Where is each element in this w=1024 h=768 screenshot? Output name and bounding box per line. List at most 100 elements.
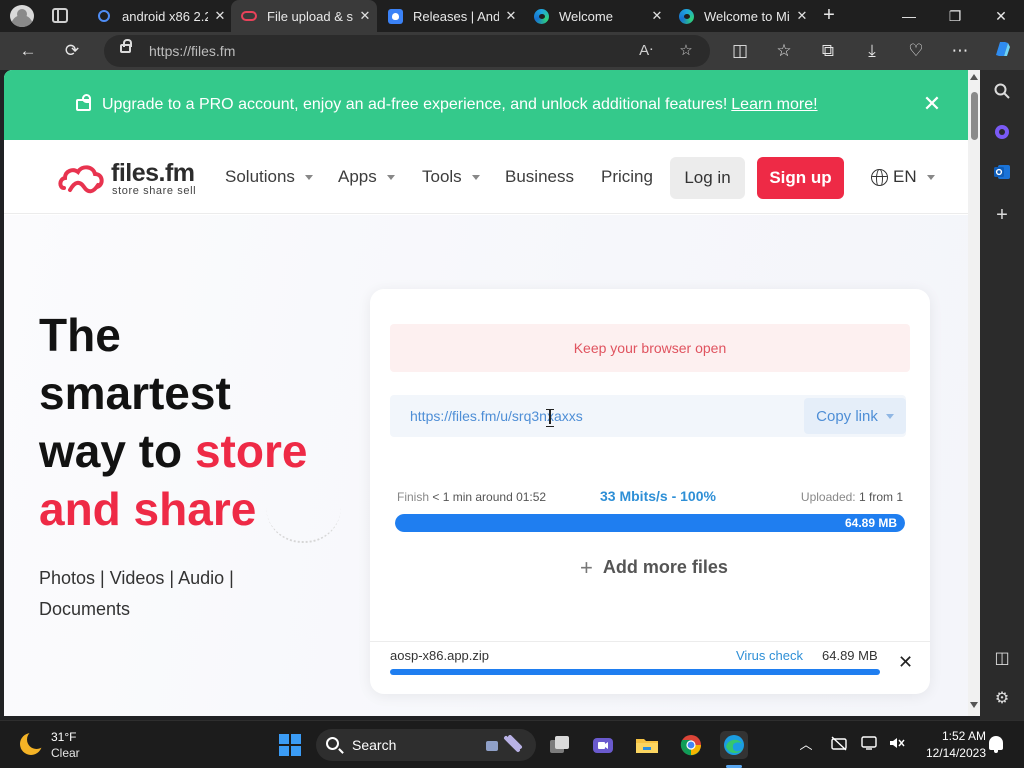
tab-title: Welcome (559, 8, 613, 24)
text-cursor-icon (546, 409, 554, 427)
logo-tagline: store share sell (112, 185, 197, 197)
file-name: aosp-x86.app.zip (390, 648, 490, 663)
shield-icon (387, 8, 403, 24)
browser-toolbar: ← ⟳ https://files.fm Aᐧ ☆ ◫ ☆ ⧉ ⤓ ♡ ⋯ (0, 32, 1024, 70)
close-tab-icon[interactable]: ✕ (645, 8, 669, 24)
task-view-icon[interactable] (546, 731, 574, 759)
browser-tab-welcome[interactable]: Welcome ✕ (523, 0, 669, 32)
file-row: aosp-x86.app.zip Virus check 64.89 MB ✕ (370, 641, 930, 694)
clock-time[interactable]: 1:52 AM (926, 729, 986, 743)
tab-title: android x86 2.2 (122, 8, 208, 24)
close-tab-icon[interactable]: ✕ (790, 8, 814, 24)
taskbar-search[interactable]: Search (316, 729, 536, 761)
moon-weather-icon[interactable] (20, 730, 46, 755)
chrome-icon[interactable] (677, 731, 705, 759)
settings-gear-icon[interactable]: ⚙ (990, 686, 1014, 710)
clock-date[interactable]: 12/14/2023 (906, 746, 986, 760)
search-icon[interactable] (990, 79, 1014, 103)
tab-actions-icon[interactable] (52, 8, 68, 23)
read-aloud-icon[interactable]: Aᐧ (634, 39, 658, 63)
address-url[interactable]: https://files.fm (149, 43, 235, 59)
weather-condition[interactable]: Clear (51, 746, 80, 760)
nav-apps[interactable]: Apps (338, 167, 395, 187)
close-tab-icon[interactable]: ✕ (353, 8, 377, 24)
upload-speed: 33 Mbits/s - 100% (600, 488, 716, 504)
refresh-icon[interactable]: ⟳ (60, 39, 84, 63)
tab-title: Welcome to Mi (704, 8, 790, 24)
uploaded-count: Uploaded: 1 from 1 (800, 490, 903, 504)
notification-bell-icon[interactable] (989, 736, 1003, 753)
lock-icon[interactable] (120, 39, 132, 53)
remove-file-icon[interactable]: ✕ (898, 652, 913, 673)
virus-check-link[interactable]: Virus check (736, 648, 803, 663)
windows-start-icon[interactable] (279, 734, 301, 756)
windows-taskbar: 31°F Clear Search ︿ 1:52 AM 12/14/2023 (0, 720, 1024, 768)
share-link-url[interactable]: https://files.fm/u/srq3nxaxxs (410, 408, 583, 424)
nav-tools[interactable]: Tools (422, 167, 480, 187)
browser-tab-android-x86[interactable]: android x86 2.2 ✕ (86, 0, 232, 32)
copy-link-button[interactable]: Copy link (804, 398, 906, 434)
search-label: Search (352, 737, 397, 753)
tab-title: File upload & sh (267, 8, 353, 24)
close-icon[interactable]: ✕ (920, 92, 944, 116)
page-scrollbar[interactable] (968, 70, 980, 716)
back-arrow-icon[interactable]: ← (16, 39, 40, 63)
browser-essentials-icon[interactable]: ♡ (904, 39, 928, 63)
nav-solutions[interactable]: Solutions (225, 167, 313, 187)
add-more-files-button[interactable]: + Add more files (580, 554, 728, 580)
chevron-down-icon (304, 175, 313, 181)
copilot-icon[interactable] (990, 39, 1014, 63)
outlook-icon[interactable] (990, 160, 1014, 184)
new-tab-plus-icon[interactable]: + (818, 4, 840, 26)
weather-temperature[interactable]: 31°F (51, 730, 76, 744)
plus-icon: + (580, 554, 593, 580)
split-screen-icon[interactable]: ◫ (728, 39, 752, 63)
scroll-up-arrow-icon[interactable] (970, 74, 978, 80)
collections-icon[interactable]: ⧉ (816, 39, 840, 63)
globe-icon[interactable] (871, 169, 888, 186)
browser-tab-releases[interactable]: Releases | Andr ✕ (377, 0, 523, 32)
edge-browser-icon[interactable] (720, 731, 748, 759)
volume-muted-icon[interactable] (887, 735, 907, 755)
browser-tab-strip: android x86 2.2 ✕ File upload & sh ✕ Rel… (0, 0, 1024, 32)
close-window-button[interactable]: ✕ (978, 0, 1024, 32)
logo-wordmark[interactable]: files.fm (111, 159, 195, 188)
favorite-star-icon[interactable]: ☆ (674, 39, 698, 63)
files-fm-icon (241, 8, 257, 24)
copilot-sidebar-icon[interactable] (990, 120, 1014, 144)
nav-business[interactable]: Business (505, 167, 574, 187)
nav-pricing[interactable]: Pricing (601, 167, 653, 187)
meet-video-icon[interactable] (589, 731, 617, 759)
chevron-up-icon[interactable]: ︿ (796, 735, 816, 755)
web-viewport: Upgrade to a PRO account, enjoy an ad-fr… (4, 70, 980, 716)
profile-avatar-icon[interactable] (10, 5, 34, 27)
favorites-icon[interactable]: ☆ (772, 39, 796, 63)
close-tab-icon[interactable]: ✕ (499, 8, 523, 24)
network-icon[interactable] (829, 735, 849, 755)
signup-button[interactable]: Sign up (757, 157, 844, 199)
display-icon[interactable] (860, 735, 880, 755)
login-button[interactable]: Log in (670, 157, 745, 199)
search-icon (96, 8, 112, 24)
site-navigation: files.fm store share sell Solutions Apps… (4, 140, 968, 214)
downloads-icon[interactable]: ⤓ (860, 39, 884, 63)
browser-tab-files-fm[interactable]: File upload & sh ✕ (231, 0, 377, 32)
scroll-down-arrow-icon[interactable] (970, 702, 978, 708)
files-fm-logo-icon[interactable] (58, 161, 106, 197)
file-explorer-icon[interactable] (633, 731, 661, 759)
maximize-button[interactable]: ❐ (932, 0, 978, 32)
chevron-down-icon (386, 175, 395, 181)
browser-tab-welcome-to-mi[interactable]: Welcome to Mi ✕ (668, 0, 814, 32)
language-selector[interactable]: EN (893, 167, 935, 187)
tab-title: Releases | Andr (413, 8, 499, 24)
close-tab-icon[interactable]: ✕ (208, 8, 232, 24)
address-bar[interactable]: https://files.fm Aᐧ ☆ (104, 35, 710, 67)
scroll-thumb[interactable] (971, 92, 978, 140)
minimize-button[interactable]: — (886, 0, 932, 32)
hide-sidebar-icon[interactable]: ◫ (990, 646, 1014, 670)
add-sidebar-app-icon[interactable]: + (990, 203, 1014, 227)
more-menu-icon[interactable]: ⋯ (948, 39, 972, 63)
file-progress-bar (390, 669, 880, 675)
learn-more-link[interactable]: Learn more! (731, 96, 817, 113)
chevron-down-icon (926, 175, 935, 181)
